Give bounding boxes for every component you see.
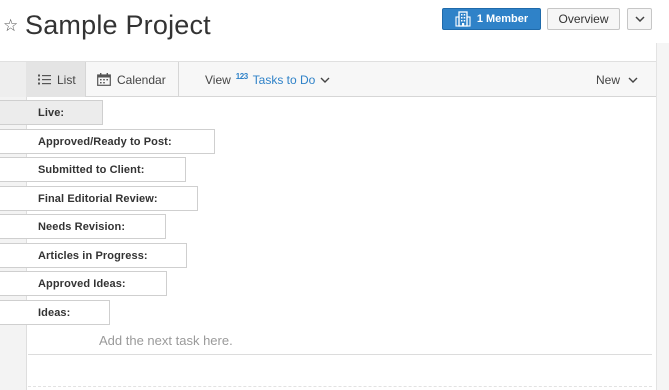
more-options-button[interactable] [627, 8, 652, 30]
group-label: Approved/Ready to Post: [38, 135, 172, 148]
chevron-down-icon [628, 77, 638, 83]
view-label: View [205, 72, 231, 87]
tab-calendar[interactable]: Calendar [87, 62, 179, 97]
list-icon [38, 74, 51, 85]
group-label: Live: [38, 106, 65, 119]
divider [28, 354, 652, 355]
new-label: New [596, 72, 621, 87]
tab-list-label: List [57, 72, 76, 87]
group-approved-ready-to-post[interactable]: Approved/Ready to Post: [0, 129, 215, 154]
group-label: Submitted to Client: [38, 163, 145, 176]
overview-button[interactable]: Overview [547, 8, 620, 30]
calendar-icon [97, 73, 111, 86]
group-final-editorial-review[interactable]: Final Editorial Review: [0, 186, 198, 211]
view-selector[interactable]: View 123 Tasks to Do [205, 62, 330, 97]
group-ideas[interactable]: Ideas: [0, 300, 110, 325]
chevron-down-icon [320, 77, 330, 83]
page-title: Sample Project [25, 10, 211, 40]
group-label: Ideas: [38, 306, 71, 319]
tab-calendar-label: Calendar [117, 72, 166, 87]
group-articles-in-progress[interactable]: Articles in Progress: [0, 243, 187, 268]
group-live[interactable]: Live: [0, 100, 103, 125]
toolbar-left-stub [0, 62, 27, 97]
divider [28, 386, 652, 387]
view-toolbar: List Calendar View 123 Tasks to Do New [0, 61, 656, 97]
right-scroll-gutter [656, 43, 669, 390]
members-button[interactable]: 1 Member [442, 8, 541, 30]
members-label: 1 Member [476, 13, 529, 25]
new-menu-button[interactable]: New [596, 62, 638, 97]
group-label: Needs Revision: [38, 220, 126, 233]
group-label: Approved Ideas: [38, 277, 126, 290]
sort-numeric-icon: 123 [235, 72, 248, 81]
add-task-input[interactable]: Add the next task here. [99, 333, 233, 348]
view-value: Tasks to Do [252, 72, 316, 87]
overview-label: Overview [558, 12, 609, 26]
chevron-down-icon [634, 16, 645, 22]
group-needs-revision[interactable]: Needs Revision: [0, 214, 166, 239]
star-icon[interactable]: ☆ [3, 16, 18, 36]
tab-list[interactable]: List [26, 62, 86, 97]
project-header: ☆ Sample Project 1 Member Overview [0, 0, 669, 60]
group-submitted-to-client[interactable]: Submitted to Client: [0, 157, 186, 182]
group-approved-ideas[interactable]: Approved Ideas: [0, 271, 167, 296]
building-icon [455, 11, 471, 27]
group-label: Articles in Progress: [38, 249, 148, 262]
group-label: Final Editorial Review: [38, 192, 158, 205]
